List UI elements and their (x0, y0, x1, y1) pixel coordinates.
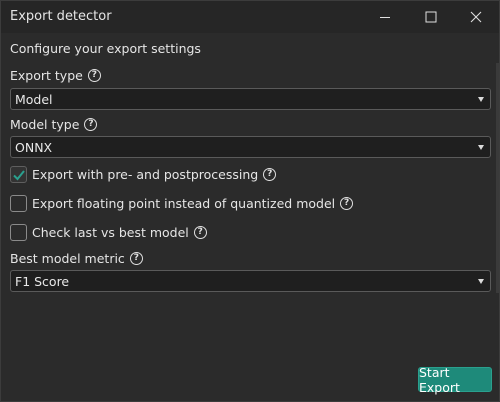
export-type-select[interactable]: Model (10, 88, 491, 110)
export-type-value: Model (15, 92, 53, 107)
start-export-button[interactable]: Start Export (418, 365, 492, 395)
floating-point-checkbox[interactable] (10, 195, 27, 212)
maximize-button[interactable] (408, 1, 454, 33)
help-icon[interactable]: ? (84, 118, 98, 131)
model-type-label-row: Model type ? (10, 117, 98, 132)
close-button[interactable] (453, 1, 499, 33)
help-icon[interactable]: ? (87, 69, 101, 82)
help-icon[interactable]: ? (340, 197, 354, 210)
minimize-button[interactable] (362, 1, 408, 33)
pre-post-processing-label: Export with pre- and postprocessing (32, 167, 259, 182)
model-type-label: Model type (10, 117, 80, 132)
export-type-label: Export type (10, 68, 83, 83)
last-vs-best-checkbox[interactable] (10, 224, 27, 241)
last-vs-best-label: Check last vs best model (32, 225, 189, 240)
chevron-down-icon (478, 97, 484, 102)
model-type-select[interactable]: ONNX (10, 136, 491, 158)
pre-post-processing-option[interactable]: Export with pre- and postprocessing ? (10, 166, 277, 183)
best-metric-label: Best model metric (10, 251, 125, 266)
best-metric-select[interactable]: F1 Score (10, 270, 491, 292)
help-icon[interactable]: ? (193, 226, 207, 239)
help-icon[interactable]: ? (129, 252, 143, 265)
scrollbar[interactable] (496, 63, 499, 293)
checkmark-icon (13, 170, 25, 181)
window-title: Export detector (10, 9, 112, 24)
chevron-down-icon (478, 145, 484, 150)
floating-point-option[interactable]: Export floating point instead of quantiz… (10, 195, 354, 212)
pre-post-processing-checkbox[interactable] (10, 166, 27, 183)
floating-point-label: Export floating point instead of quantiz… (32, 196, 336, 211)
export-type-label-row: Export type ? (10, 68, 101, 83)
best-metric-label-row: Best model metric ? (10, 251, 143, 266)
maximize-icon (425, 11, 437, 23)
model-type-value: ONNX (15, 140, 53, 155)
title-bar: Export detector (1, 1, 499, 33)
last-vs-best-option[interactable]: Check last vs best model ? (10, 224, 207, 241)
minimize-icon (380, 17, 390, 18)
help-icon[interactable]: ? (263, 168, 277, 181)
settings-subtitle: Configure your export settings (10, 41, 201, 56)
chevron-down-icon (478, 279, 484, 284)
close-icon (470, 11, 482, 23)
best-metric-value: F1 Score (15, 274, 70, 289)
export-dialog: Export detector Configure your export se… (0, 0, 500, 402)
